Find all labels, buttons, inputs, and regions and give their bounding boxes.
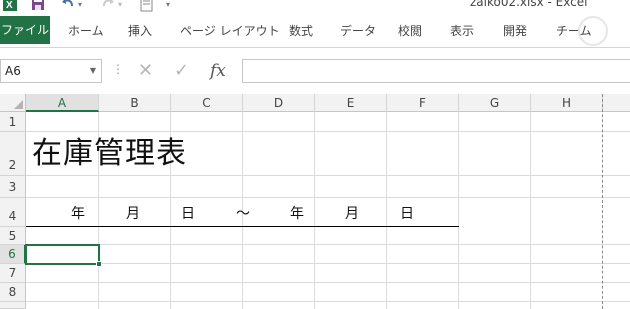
gridline bbox=[26, 263, 630, 264]
cell-c4-tilde[interactable]: ～ bbox=[236, 205, 250, 223]
gridline bbox=[26, 282, 630, 283]
window-title: zaiko02.xlsx - Excel bbox=[470, 0, 588, 9]
cell-e4-month[interactable]: 月 bbox=[345, 205, 359, 223]
column-header-g[interactable]: G bbox=[459, 94, 531, 112]
row-header-partial[interactable] bbox=[0, 302, 26, 309]
ribbon-tabs: ファイル ホーム 挿入 ページ レイアウト 数式 データ 校閲 表示 開発 チー… bbox=[0, 12, 630, 48]
tab-developer[interactable]: 開発 bbox=[503, 19, 527, 43]
select-all-triangle-icon bbox=[14, 100, 23, 109]
cell-a2-title[interactable]: 在庫管理表 bbox=[32, 134, 187, 174]
fill-handle[interactable] bbox=[96, 261, 102, 267]
gridline bbox=[26, 175, 630, 176]
redo-icon[interactable] bbox=[100, 0, 116, 12]
customize-toolbar-icon[interactable]: ▾ bbox=[166, 0, 170, 12]
redo-dropdown-icon[interactable]: ▾ bbox=[118, 0, 122, 12]
gridline bbox=[458, 112, 459, 309]
row-header-3[interactable]: 3 bbox=[0, 176, 26, 198]
column-header-e[interactable]: E bbox=[315, 94, 387, 112]
row4-bottom-border bbox=[26, 226, 459, 227]
cancel-icon[interactable]: ✕ bbox=[138, 59, 153, 83]
tab-file[interactable]: ファイル bbox=[0, 16, 50, 44]
gridline bbox=[386, 112, 387, 309]
save-icon[interactable] bbox=[30, 0, 46, 12]
insert-function-icon[interactable]: fx bbox=[210, 59, 226, 83]
column-header-b[interactable]: B bbox=[99, 94, 171, 112]
worksheet-grid[interactable]: A B C D E F G H 1 2 3 4 5 6 7 8 在庫管理表 年 … bbox=[0, 94, 630, 309]
row-header-1[interactable]: 1 bbox=[0, 112, 26, 132]
row-header-4[interactable]: 4 bbox=[0, 198, 26, 227]
formula-bar: A6 ▼ ⋮ ✕ ✓ fx bbox=[0, 48, 630, 94]
cell-d4-year[interactable]: 年 bbox=[290, 205, 304, 223]
document-icon[interactable] bbox=[140, 0, 154, 12]
tab-data[interactable]: データ bbox=[340, 19, 376, 43]
column-header-c[interactable]: C bbox=[171, 94, 243, 112]
page-break-line bbox=[602, 94, 603, 309]
gridline bbox=[530, 112, 531, 309]
gridline bbox=[26, 244, 630, 245]
tab-insert[interactable]: 挿入 bbox=[128, 19, 152, 43]
gridline bbox=[314, 112, 315, 309]
row-header-2[interactable]: 2 bbox=[0, 132, 26, 176]
tab-formulas[interactable]: 数式 bbox=[289, 19, 313, 43]
column-header-h[interactable]: H bbox=[531, 94, 603, 112]
name-box-dropdown-icon[interactable]: ▼ bbox=[90, 60, 96, 82]
column-header-d[interactable]: D bbox=[243, 94, 315, 112]
tab-page-layout[interactable]: ページ レイアウト bbox=[180, 19, 280, 43]
row-header-8[interactable]: 8 bbox=[0, 283, 26, 302]
formula-input[interactable] bbox=[242, 59, 630, 83]
enter-icon[interactable]: ✓ bbox=[174, 59, 189, 83]
name-box-value: A6 bbox=[5, 64, 21, 78]
excel-logo-icon[interactable]: X bbox=[2, 0, 18, 12]
tab-home[interactable]: ホーム bbox=[68, 19, 104, 43]
active-cell-a6[interactable] bbox=[25, 244, 100, 265]
undo-icon[interactable] bbox=[60, 0, 76, 12]
ribbon-options-icon[interactable] bbox=[578, 16, 608, 46]
formula-bar-grip-icon[interactable]: ⋮ bbox=[112, 62, 124, 76]
gridline bbox=[26, 131, 630, 132]
column-header-a[interactable]: A bbox=[26, 94, 99, 112]
excel-window: X ▾ ▾ ▾ zaiko02.xlsx - Excel ファイル ホーム 挿入… bbox=[0, 0, 630, 309]
tab-review[interactable]: 校閲 bbox=[398, 19, 422, 43]
cell-c4-day[interactable]: 日 bbox=[181, 205, 195, 223]
gridline bbox=[26, 301, 630, 302]
title-bar: X ▾ ▾ ▾ zaiko02.xlsx - Excel bbox=[0, 0, 630, 12]
name-box[interactable]: A6 ▼ bbox=[0, 59, 102, 83]
svg-text:X: X bbox=[6, 0, 13, 11]
select-all-button[interactable] bbox=[0, 94, 26, 112]
row-header-7[interactable]: 7 bbox=[0, 264, 26, 283]
cell-a4-year[interactable]: 年 bbox=[71, 205, 85, 223]
column-header-f[interactable]: F bbox=[387, 94, 459, 112]
row-header-5[interactable]: 5 bbox=[0, 227, 26, 245]
tab-view[interactable]: 表示 bbox=[450, 19, 474, 43]
gridline bbox=[26, 197, 630, 198]
cell-b4-month[interactable]: 月 bbox=[126, 205, 140, 223]
undo-dropdown-icon[interactable]: ▾ bbox=[78, 0, 82, 12]
cell-f4-day[interactable]: 日 bbox=[400, 205, 414, 223]
column-header-partial[interactable] bbox=[603, 94, 630, 112]
row-header-6[interactable]: 6 bbox=[0, 245, 26, 264]
